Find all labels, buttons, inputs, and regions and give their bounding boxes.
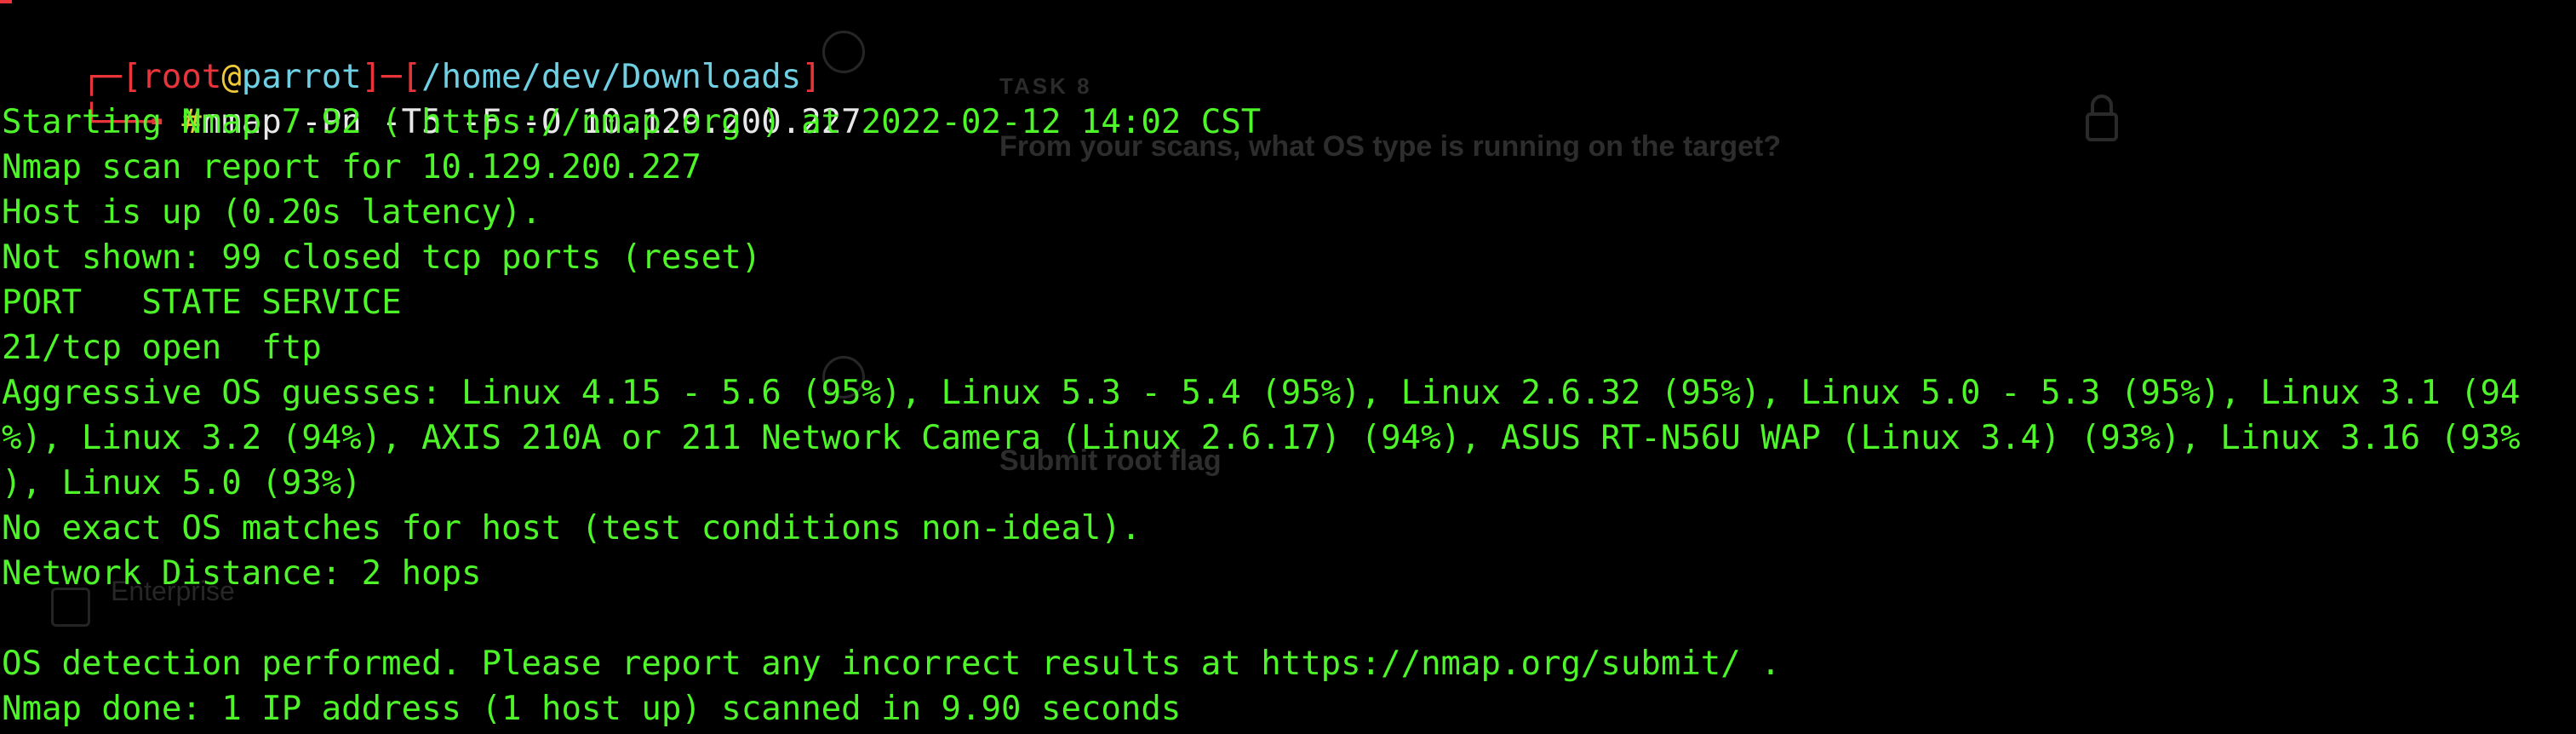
command-line[interactable]: └──╼ #nmap -Pn -T5 -F -O 10.129.200.227 <box>2 54 862 141</box>
output-line: OS detection performed. Please report an… <box>2 645 1781 683</box>
output-line: Not shown: 99 closed tcp ports (reset) <box>2 238 762 277</box>
output-line: Host is up (0.20s latency). <box>2 193 541 232</box>
output-line: Starting Nmap 7.92 ( https://nmap.org ) … <box>2 103 1262 141</box>
terminal-window[interactable]: ┌─[root@parrot]─[/home/dev/Downloads] └─… <box>0 0 2576 734</box>
output-line: Network Distance: 2 hops <box>2 554 482 593</box>
output-line: %), Linux 3.2 (94%), AXIS 210A or 211 Ne… <box>2 419 2521 457</box>
output-line: Nmap scan report for 10.129.200.227 <box>2 148 701 186</box>
prompt-frame-remnant <box>0 0 12 3</box>
output-line: No exact OS matches for host (test condi… <box>2 509 1142 548</box>
output-line: ), Linux 5.0 (93%) <box>2 464 362 502</box>
output-line: Aggressive OS guesses: Linux 4.15 - 5.6 … <box>2 374 2521 412</box>
output-line: PORT STATE SERVICE <box>2 284 402 322</box>
prompt-line: ┌─[root@parrot]─[/home/dev/Downloads] <box>2 9 821 96</box>
output-line: 21/tcp open ftp <box>2 329 322 367</box>
output-line: Nmap done: 1 IP address (1 host up) scan… <box>2 690 1182 728</box>
